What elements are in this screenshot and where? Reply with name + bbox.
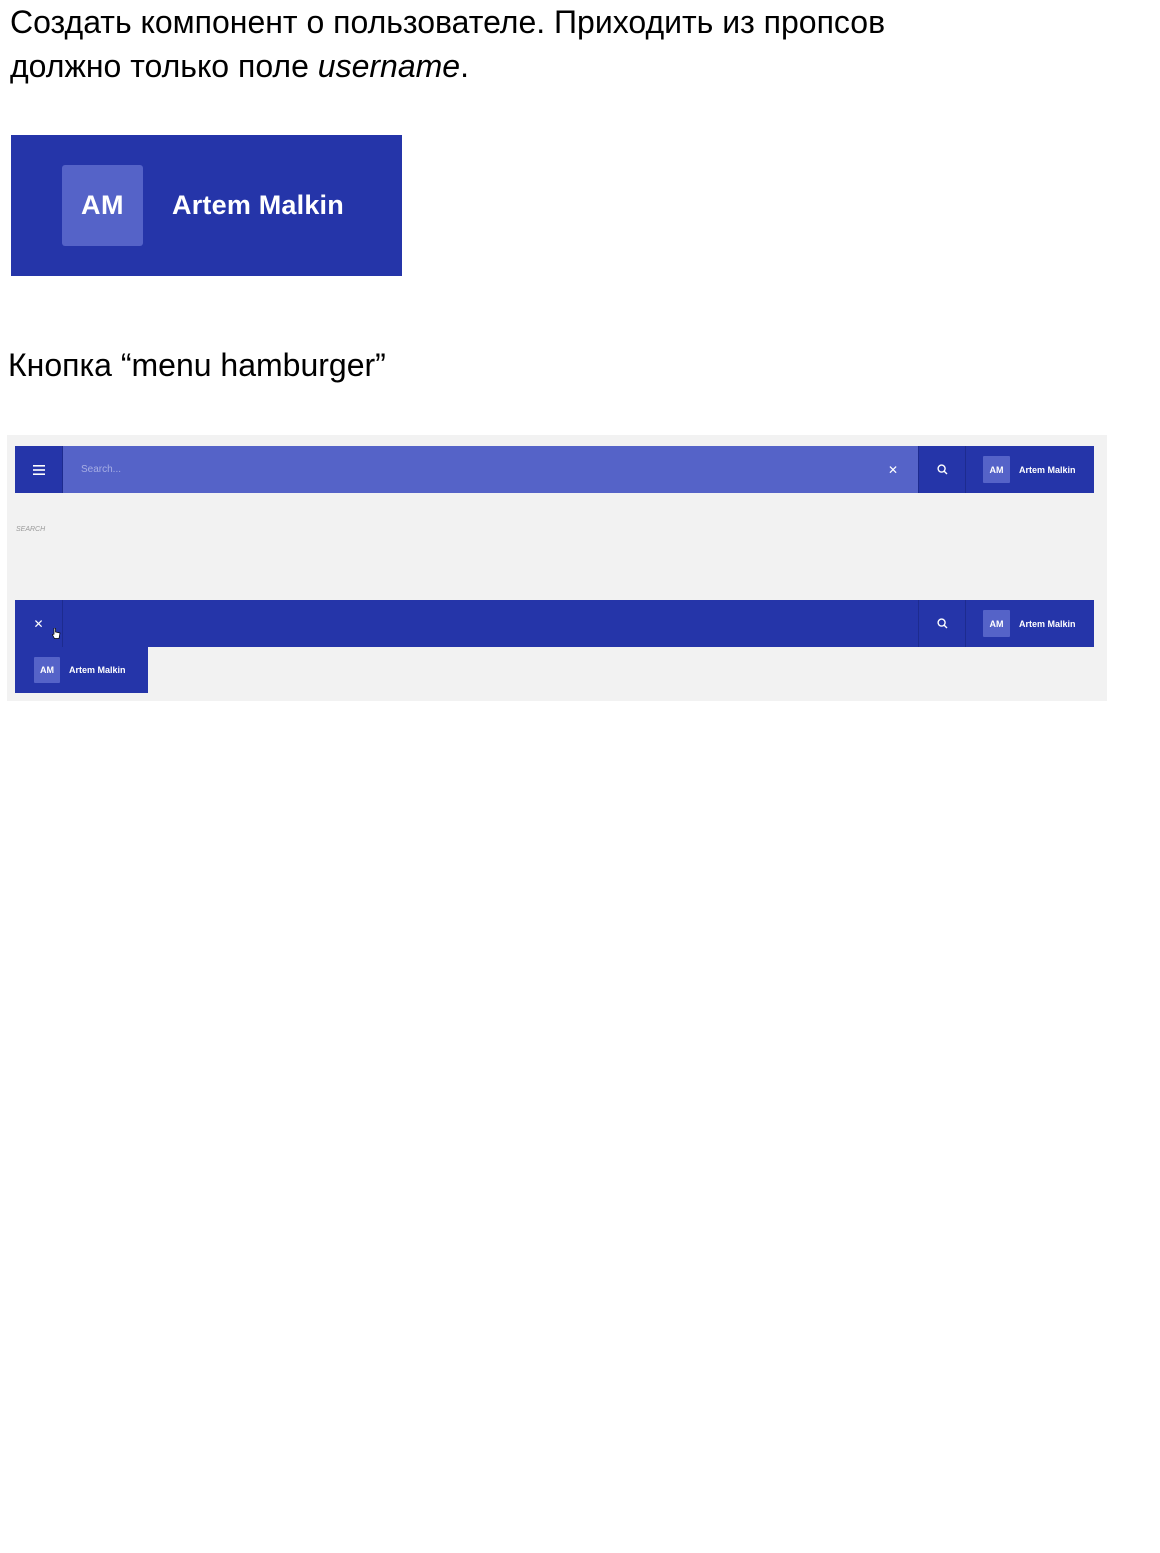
hamburger-icon xyxy=(32,464,45,475)
search-button[interactable] xyxy=(918,446,966,493)
user-component: AM Artem Malkin xyxy=(966,446,1094,493)
username-label: Artem Malkin xyxy=(1019,618,1076,629)
task-description: Создать компонент о пользователе. Приход… xyxy=(10,0,1010,88)
close-icon[interactable]: ✕ xyxy=(888,463,898,477)
navbar-menu-open-state: ✕ AM Artem Malkin xyxy=(15,600,1094,647)
search-button[interactable] xyxy=(918,600,966,647)
task-line-1: Создать компонент о пользователе. Приход… xyxy=(10,4,886,40)
user-component: AM Artem Malkin xyxy=(966,600,1094,647)
username-label: Artem Malkin xyxy=(172,190,344,220)
username-label: Artem Malkin xyxy=(1019,464,1076,475)
task-line-2: должно только поле username. xyxy=(10,44,1010,88)
navbar-empty-area xyxy=(63,600,918,647)
username-label: Artem Malkin xyxy=(69,665,126,675)
search-icon xyxy=(936,464,947,475)
user-card-example: AM Artem Malkin xyxy=(11,135,402,276)
menu-close-button[interactable]: ✕ xyxy=(15,600,63,647)
avatar: AM xyxy=(62,165,143,246)
pointer-cursor-icon xyxy=(52,628,61,639)
mobile-menu-dropdown: AM Artem Malkin xyxy=(15,647,148,693)
navbar-search-state: Search... ✕ AM Artem Malkin xyxy=(15,446,1094,493)
avatar: AM xyxy=(983,610,1010,637)
task-line-2-suffix: . xyxy=(460,48,469,84)
task-line-2-prefix: должно только поле xyxy=(10,48,318,84)
demo-screenshot: Search... ✕ AM Artem Malkin SEARCH ✕ AM … xyxy=(7,435,1107,701)
search-icon xyxy=(936,618,947,629)
task-line-2-italic: username xyxy=(317,48,461,84)
search-caption: SEARCH xyxy=(16,526,46,533)
avatar: AM xyxy=(983,456,1010,483)
menu-hamburger-button[interactable] xyxy=(15,446,63,493)
close-icon: ✕ xyxy=(33,616,44,631)
search-placeholder: Search... xyxy=(81,464,122,475)
section-title: Кнопка “menu hamburger” xyxy=(8,347,386,383)
avatar: AM xyxy=(34,657,60,683)
search-input[interactable]: Search... ✕ xyxy=(63,446,918,493)
